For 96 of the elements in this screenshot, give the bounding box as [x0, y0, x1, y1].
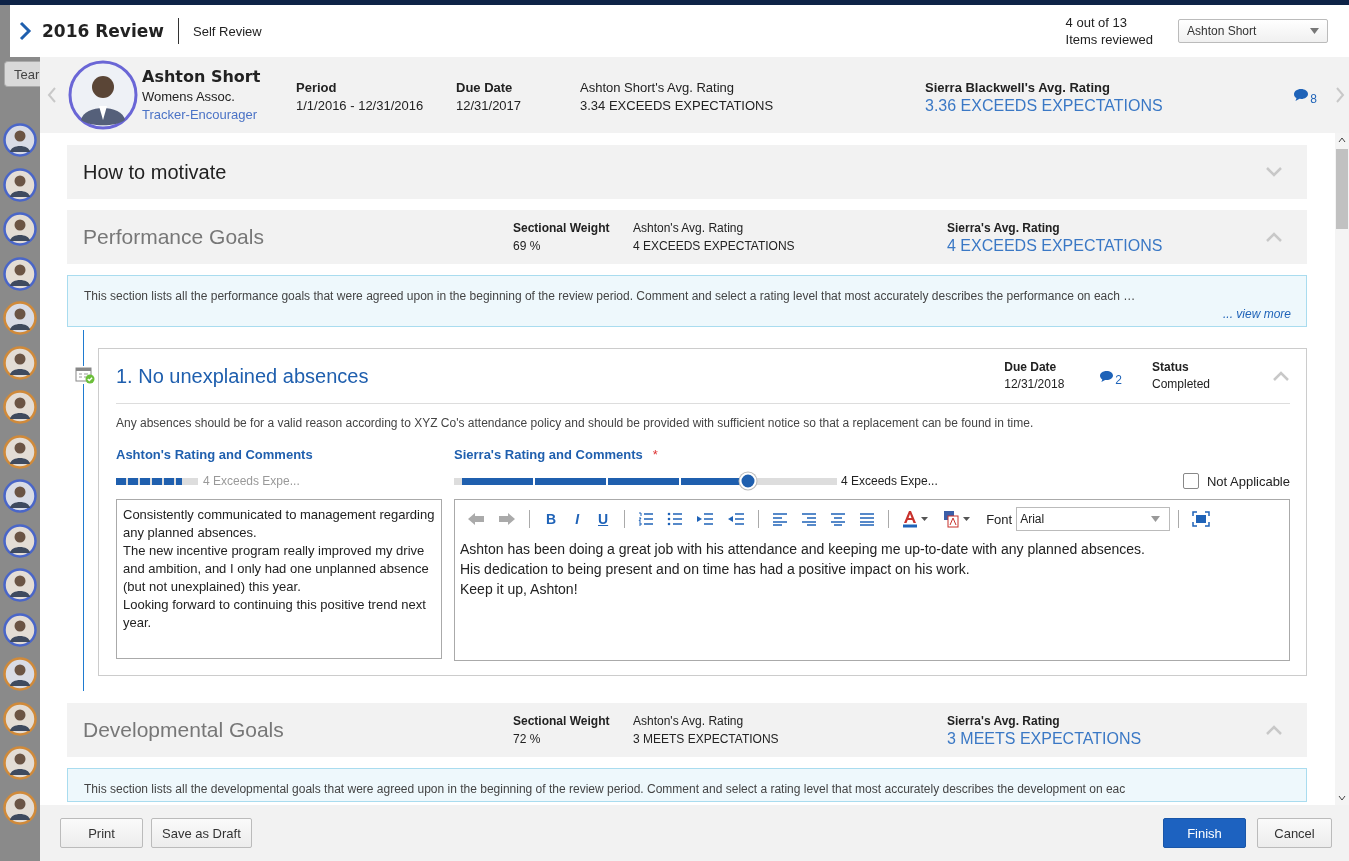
status-value: Completed — [1152, 376, 1212, 393]
avatar-icon — [3, 701, 37, 736]
cancel-button[interactable]: Cancel — [1257, 818, 1332, 848]
outdent-icon[interactable] — [727, 512, 746, 526]
goal-title[interactable]: 1. No unexplained absences — [116, 364, 369, 388]
comment-paragraph: Consistently communicated to management regarding any planned absences. — [123, 506, 435, 542]
comment-editor[interactable]: Ashton has been doing a great job with his attendance and keeping me up-to-date with any planned absences. His dedication to being present and on time has had a positive impact on his work. Keep it up, Ashton! — [455, 533, 1289, 660]
fullscreen-icon[interactable] — [1192, 511, 1211, 527]
scroll-down-icon[interactable] — [1338, 795, 1346, 801]
column-heading: Sierra's Rating and Comments — [454, 447, 643, 462]
scroll-up-icon[interactable] — [1338, 137, 1346, 143]
rating-text: 4 Exceeds Expe... — [203, 474, 300, 488]
section-description: This section lists all the performance goals that were agreed upon in the beginning of the review period. Comment and select a rating level that most accurately describes the performance on each … — [84, 289, 1137, 303]
weight-value: 72 % — [513, 731, 542, 748]
avatar-icon — [3, 746, 37, 780]
finish-button[interactable]: Finish — [1163, 818, 1246, 848]
avatar-icon — [3, 256, 37, 291]
align-left-icon[interactable] — [772, 512, 789, 526]
avatar — [68, 60, 138, 130]
employee-name: Ashton Short — [142, 66, 262, 88]
summary-value: 3.34 EXCEEDS EXPECTATIONS — [580, 97, 775, 115]
expand-icon[interactable] — [18, 21, 32, 41]
status-label: Status — [1152, 359, 1190, 376]
due-date-value: 12/31/2018 — [1004, 376, 1065, 393]
align-right-icon[interactable] — [801, 512, 818, 526]
bullet-list-icon[interactable] — [667, 512, 684, 526]
summary-label: Due Date — [456, 79, 514, 97]
footer-button[interactable]: Print — [60, 818, 143, 848]
avatar-icon — [3, 390, 37, 424]
weight-label: Sectional Weight — [513, 220, 611, 237]
caret-icon — [1310, 28, 1319, 34]
align-center-icon[interactable] — [830, 512, 847, 526]
checkbox-label: Not Applicable — [1206, 473, 1290, 489]
progress-count: 4 out of 13 — [1065, 14, 1129, 31]
avatar-icon — [3, 523, 37, 558]
section-header[interactable]: Performance Goals Sectional Weight 69 % Ashton's Avg. Rating 4 EXCEEDS EXPECTATIONS Sierra's Avg. Rating 4 EXCEEDS EXPECTATIONS — [67, 210, 1307, 264]
rating-label: Ashton's Avg. Rating — [633, 713, 745, 730]
rating-value: 3 MEETS EXPECTATIONS — [947, 730, 1142, 748]
rating-label: Ashton's Avg. Rating — [633, 220, 745, 237]
summary-value: 12/31/2017 — [456, 97, 523, 115]
section-description: This section lists all the developmental goals that were agreed upon in the beginning of the review period. Comment and select a rating level that most accurately describes the development on eac — [84, 782, 1127, 796]
avatar-icon — [3, 167, 37, 202]
footer-button[interactable]: Save as Draft — [151, 818, 252, 848]
numbered-list-icon[interactable] — [638, 512, 655, 526]
comment-paragraph: The new incentive program really improved my drive and ambition, and I only had one unplanned absence (but not unexplained) this year. — [123, 542, 430, 596]
reviewee-select[interactable]: Ashton Short — [1178, 19, 1328, 43]
summary-label: Ashton Short's Avg. Rating — [580, 79, 735, 97]
summary-value: 1/1/2016 - 12/31/2016 — [296, 97, 425, 115]
section-header[interactable]: How to motivate — [67, 145, 1307, 199]
employee-role-link[interactable]: Tracker-Encourager — [142, 106, 296, 124]
weight-label: Sectional Weight — [513, 713, 611, 730]
redo-icon[interactable] — [498, 512, 516, 526]
caret-icon — [1151, 516, 1161, 522]
avatar-icon — [3, 568, 37, 602]
indent-icon[interactable] — [696, 512, 715, 526]
format-button[interactable]: B — [543, 511, 560, 527]
rating-label: Sierra's Avg. Rating — [947, 220, 1061, 237]
format-button[interactable]: U — [595, 511, 612, 527]
summary-label: Period — [296, 79, 338, 97]
rating-value: 4 EXCEEDS EXPECTATIONS — [947, 237, 1163, 255]
rating-value: 4 EXCEEDS EXPECTATIONS — [633, 238, 796, 255]
goal-description: Any absences should be for a valid reason according to XYZ Co's attendance policy and should be provided with sufficient notice so that a replacement can be found in time. — [116, 416, 1035, 430]
format-button[interactable]: I — [572, 511, 582, 527]
rating-value: 3 MEETS EXPECTATIONS — [633, 731, 780, 748]
avatar-icon — [3, 657, 37, 691]
avatar-icon — [3, 123, 37, 157]
review-title: 2016 Review — [42, 21, 164, 41]
rating-text: 4 Exceeds Expe... — [841, 474, 938, 488]
review-type: Self Review — [193, 23, 262, 39]
avatar-icon — [3, 612, 37, 647]
avatar-icon — [3, 790, 37, 825]
checkbox[interactable] — [1182, 473, 1199, 489]
employee-department: Womens Assoc. — [142, 88, 236, 106]
comment-paragraph: Looking forward to continuing this positive trend next year. — [123, 596, 427, 632]
view-more-link[interactable]: ... view more — [1223, 307, 1291, 321]
text-color-icon[interactable] — [902, 510, 931, 528]
required-mark: * — [652, 447, 658, 462]
calendar-check-icon — [75, 366, 95, 384]
avatar-icon — [3, 434, 37, 469]
rating-label: Sierra's Avg. Rating — [947, 713, 1061, 730]
weight-value: 69 % — [513, 238, 542, 255]
section-header[interactable]: Developmental Goals Sectional Weight 72 % Ashton's Avg. Rating 3 MEETS EXPECTATIONS Sierra's Avg. Rating 3 MEETS EXPECTATIONS — [67, 703, 1307, 757]
due-date-label: Due Date — [1004, 359, 1058, 376]
justify-icon[interactable] — [859, 512, 876, 526]
avatar-icon — [3, 212, 37, 246]
font-select[interactable]: Arial — [1016, 507, 1171, 531]
avatar-icon — [3, 479, 37, 513]
undo-icon[interactable] — [467, 512, 485, 526]
progress-label: Items reviewed — [1065, 31, 1153, 48]
summary-label: Sierra Blackwell's Avg. Rating — [925, 79, 1111, 97]
avatar-icon — [3, 345, 37, 380]
avatar-icon — [3, 301, 37, 335]
column-heading: Ashton's Rating and Comments — [116, 447, 314, 462]
scroll-thumb[interactable] — [1336, 149, 1348, 229]
font-label: Font — [986, 511, 1013, 527]
summary-value: 3.36 EXCEEDS EXPECTATIONS — [925, 97, 1163, 115]
